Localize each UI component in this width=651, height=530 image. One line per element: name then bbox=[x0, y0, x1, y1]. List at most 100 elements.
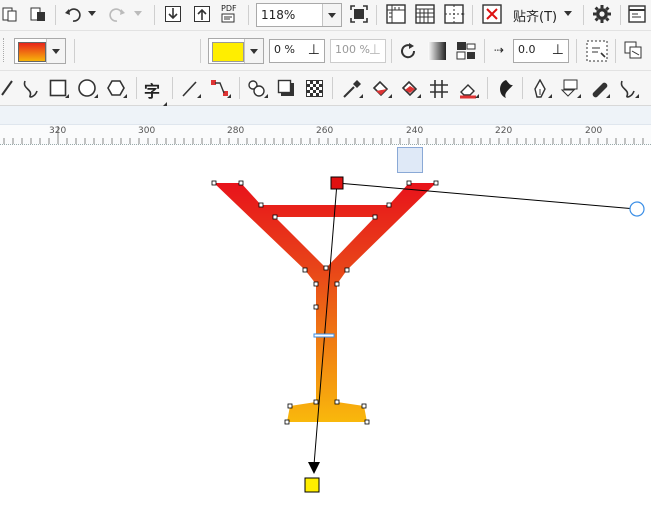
ruler-label: 280 bbox=[227, 126, 245, 136]
pen-tool-icon[interactable] bbox=[531, 79, 553, 99]
undo-icon[interactable] bbox=[64, 6, 82, 24]
bezier-tool-icon[interactable] bbox=[21, 79, 41, 99]
drop-shadow-icon[interactable] bbox=[277, 79, 297, 99]
separator bbox=[487, 77, 488, 99]
separator bbox=[154, 5, 155, 25]
offset-input[interactable]: 0.0 ⊥ bbox=[513, 39, 569, 63]
separator bbox=[55, 5, 56, 25]
text-tool-icon[interactable]: 字 bbox=[144, 78, 160, 102]
new-document-icon[interactable] bbox=[2, 6, 18, 22]
separator bbox=[332, 77, 333, 99]
import-icon[interactable] bbox=[164, 5, 182, 23]
grid-icon[interactable] bbox=[415, 4, 435, 24]
gradient-end-arrow bbox=[308, 462, 320, 474]
node-color-picker[interactable] bbox=[208, 38, 264, 64]
rulers-icon[interactable] bbox=[386, 4, 406, 24]
parallel-dimension-icon[interactable] bbox=[181, 79, 203, 99]
blend-tool-icon[interactable] bbox=[247, 79, 269, 99]
gradient-swatch-icon[interactable] bbox=[428, 42, 446, 60]
gradient-end-handle[interactable] bbox=[304, 477, 320, 493]
fill-picker[interactable] bbox=[14, 38, 66, 64]
zoom-dropdown-button[interactable] bbox=[322, 4, 341, 26]
smart-fill-icon[interactable] bbox=[400, 79, 422, 99]
text-tool-label: 字 bbox=[144, 82, 161, 101]
gradient-midpoint-slider[interactable] bbox=[313, 333, 335, 338]
property-bar: 0 % ⊥ 100 % ⊥ ⇢ 0.0 ⊥ bbox=[0, 31, 651, 91]
acceleration-icon: ⇢ bbox=[494, 43, 505, 57]
ruler-label: 220 bbox=[495, 126, 513, 136]
transparency-input[interactable]: 0 % ⊥ bbox=[269, 39, 325, 63]
separator bbox=[615, 39, 616, 63]
settings-icon[interactable] bbox=[592, 4, 612, 24]
separator bbox=[472, 5, 473, 25]
martini-glass-shape[interactable] bbox=[214, 183, 436, 422]
offset-value: 0.0 bbox=[518, 43, 536, 56]
redo-icon[interactable] bbox=[108, 6, 126, 24]
edit-transparency-icon[interactable] bbox=[624, 41, 642, 59]
separator bbox=[200, 39, 201, 63]
ruler-label: 260 bbox=[316, 126, 334, 136]
interactive-fill-icon[interactable] bbox=[371, 79, 393, 99]
pdf-label: PDF bbox=[221, 4, 237, 13]
separator bbox=[248, 5, 249, 25]
roughen-icon[interactable] bbox=[589, 79, 611, 99]
snap-to-menu[interactable]: 贴齐(T) bbox=[513, 6, 557, 25]
zoom-level-value: 118% bbox=[261, 8, 296, 22]
eraser-icon[interactable] bbox=[458, 79, 480, 99]
mesh-fill-icon[interactable] bbox=[429, 79, 449, 99]
separator bbox=[583, 5, 584, 25]
color-styles-icon[interactable] bbox=[560, 79, 582, 99]
snap-off-icon[interactable] bbox=[482, 4, 502, 24]
transparency-slider-icon[interactable]: ⊥ bbox=[308, 40, 320, 60]
transparency-tool-icon[interactable] bbox=[306, 80, 323, 97]
ruler-ticks bbox=[3, 126, 644, 144]
eyedropper-icon[interactable] bbox=[342, 79, 364, 99]
free-scale-icon[interactable] bbox=[456, 41, 476, 61]
copy-properties-icon[interactable] bbox=[586, 40, 608, 62]
zoom-level-combo[interactable]: 118% bbox=[256, 3, 342, 27]
gradient-angle-handle[interactable] bbox=[629, 201, 645, 217]
separator bbox=[576, 39, 577, 63]
toolbox: 字 bbox=[0, 71, 651, 173]
rectangle-tool-icon[interactable] bbox=[49, 79, 71, 99]
node-color-dropdown[interactable] bbox=[244, 39, 263, 63]
separator bbox=[74, 39, 75, 63]
guidelines-icon[interactable] bbox=[444, 4, 466, 24]
node-transparency-slider-icon[interactable]: ⊥ bbox=[369, 40, 381, 60]
rotate-icon[interactable] bbox=[399, 42, 417, 60]
separator bbox=[522, 77, 523, 99]
fill-picker-dropdown[interactable] bbox=[46, 39, 65, 63]
gradient-swatch bbox=[18, 42, 46, 62]
node-color-swatch bbox=[212, 42, 244, 62]
transparency-value: 0 % bbox=[274, 43, 295, 56]
offset-slider-icon[interactable]: ⊥ bbox=[552, 40, 564, 60]
application-launcher-icon[interactable] bbox=[628, 5, 646, 23]
polygon-tool-icon[interactable] bbox=[107, 79, 129, 99]
ruler-label: 200 bbox=[585, 126, 603, 136]
ruler-label: 240 bbox=[406, 126, 424, 136]
grab-handle[interactable] bbox=[3, 38, 6, 62]
snap-to-label: 贴齐(T) bbox=[513, 10, 558, 25]
ruler-label: 300 bbox=[138, 126, 156, 136]
freehand-tool-icon[interactable] bbox=[0, 79, 14, 97]
export-icon[interactable] bbox=[193, 5, 211, 23]
node-transparency-input[interactable]: 100 % ⊥ bbox=[330, 39, 386, 63]
separator bbox=[136, 77, 137, 99]
open-document-icon[interactable] bbox=[30, 6, 46, 22]
standard-toolbar: PDF 118% 贴齐(T) bbox=[0, 0, 651, 31]
smudge-icon[interactable] bbox=[618, 79, 640, 99]
separator bbox=[239, 77, 240, 99]
full-screen-icon[interactable] bbox=[350, 5, 368, 23]
ruler-label: 320 bbox=[49, 126, 67, 136]
contour-icon[interactable] bbox=[496, 79, 516, 99]
separator bbox=[620, 5, 621, 25]
separator bbox=[172, 77, 173, 99]
gradient-start-handle[interactable] bbox=[330, 176, 344, 190]
drawing-canvas[interactable] bbox=[0, 145, 651, 530]
horizontal-ruler[interactable]: 320 300 280 260 240 220 200 bbox=[0, 106, 651, 145]
separator bbox=[391, 39, 392, 63]
ellipse-tool-icon[interactable] bbox=[78, 79, 100, 99]
separator bbox=[484, 39, 485, 63]
connector-tool-icon[interactable] bbox=[210, 79, 232, 99]
publish-pdf-icon[interactable]: PDF bbox=[221, 4, 237, 23]
